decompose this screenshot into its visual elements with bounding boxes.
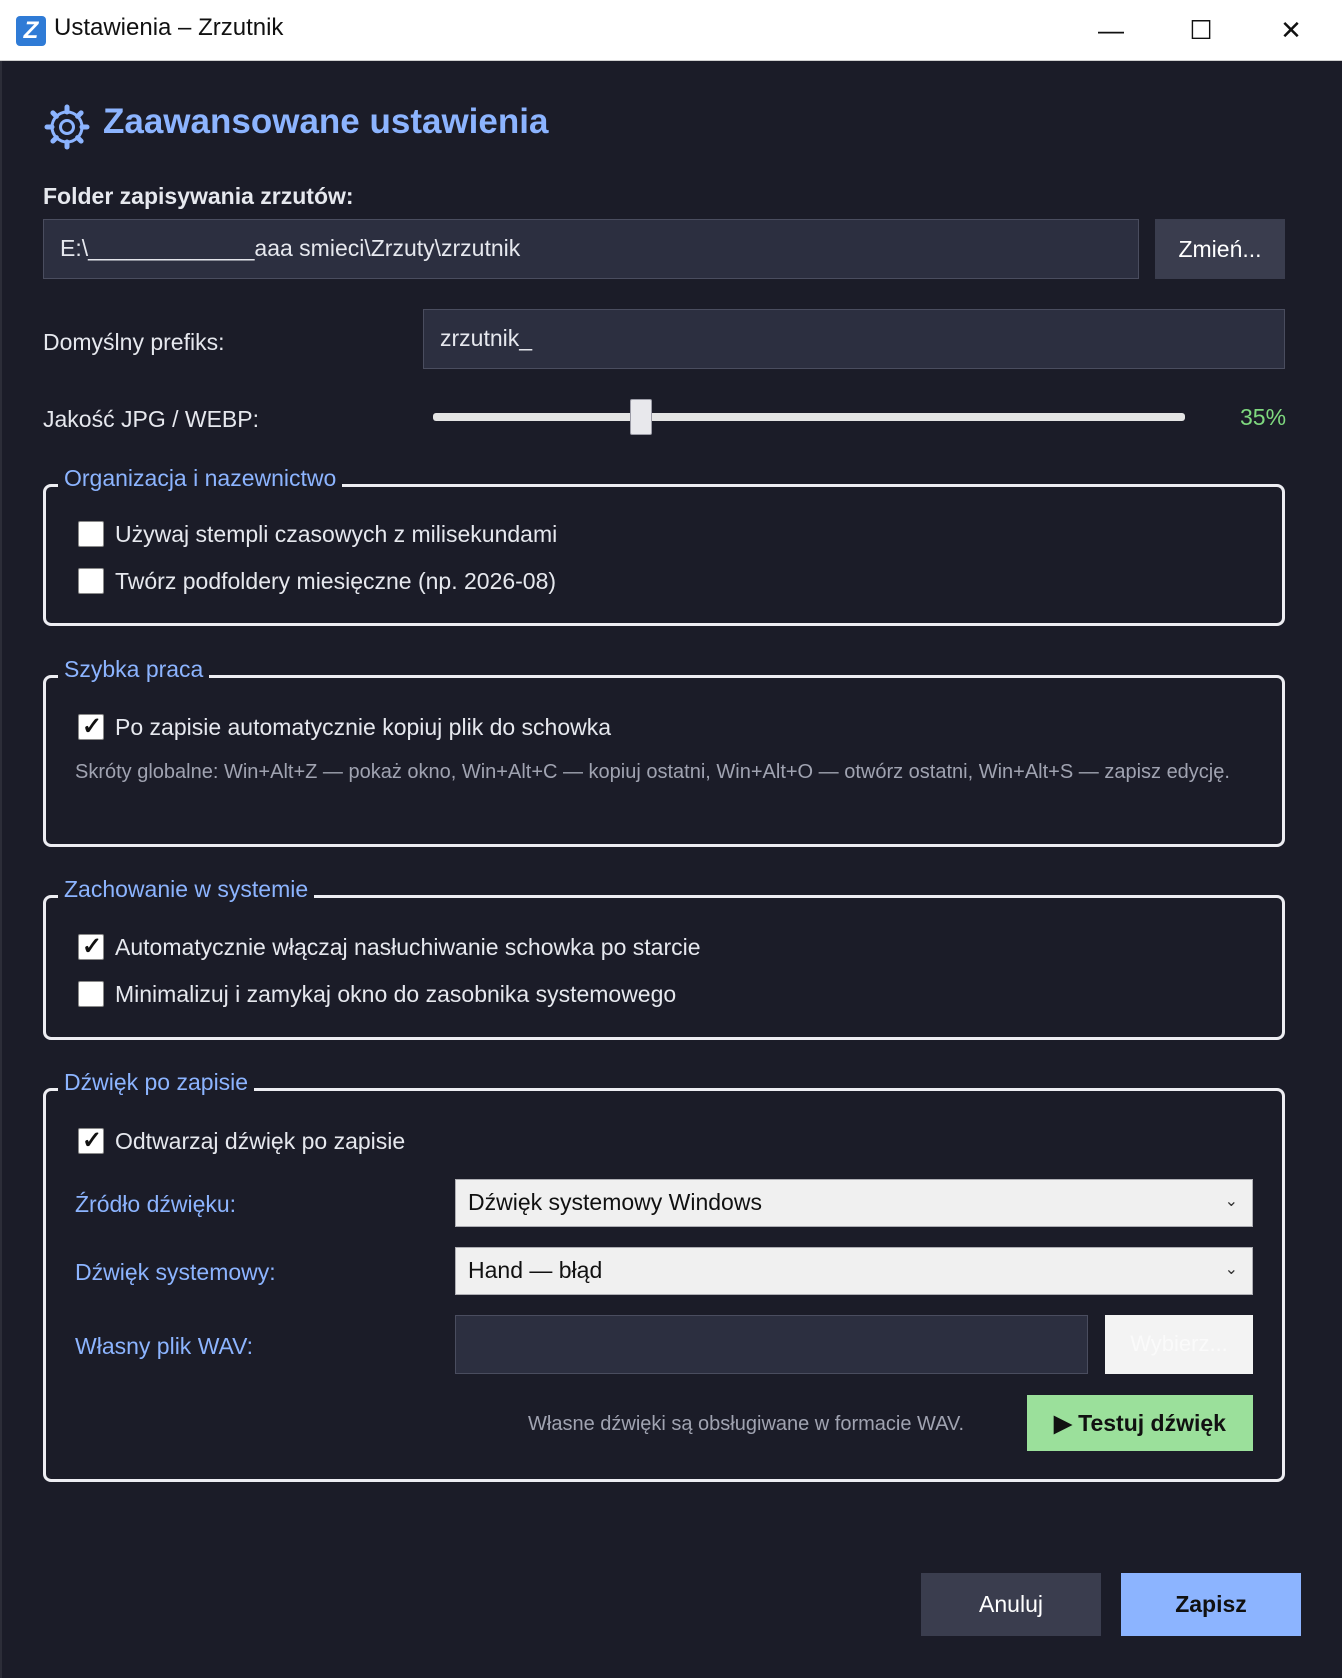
system-sound-select[interactable]: Hand — błąd ⌄ xyxy=(455,1247,1253,1295)
quick-work-group-title: Szybka praca xyxy=(58,656,210,683)
title-bar: Z Ustawienia – Zrzutnik — ☐ ✕ xyxy=(0,0,1342,61)
minimize-button[interactable]: — xyxy=(1066,0,1156,60)
change-folder-button[interactable]: Zmień... xyxy=(1155,219,1285,279)
play-sound-checkbox[interactable]: ✓ xyxy=(78,1127,104,1154)
quality-value: 35% xyxy=(1240,404,1287,430)
check-icon: ✓ xyxy=(82,1127,103,1154)
chevron-down-icon: ⌄ xyxy=(1224,1193,1238,1210)
save-button[interactable]: Zapisz xyxy=(1121,1573,1301,1636)
organization-group: Organizacja i nazewnictwo xyxy=(43,465,1285,626)
auto-copy-label: Po zapisie automatycznie kopiuj plik do … xyxy=(115,714,612,740)
custom-wav-label: Własny plik WAV: xyxy=(75,1333,254,1359)
gear-icon xyxy=(44,104,90,150)
minimize-to-tray-label: Minimalizuj i zamykaj okno do zasobnika … xyxy=(115,981,677,1007)
system-sound-value: Hand — błąd xyxy=(468,1257,603,1283)
window-title: Ustawienia – Zrzutnik xyxy=(54,14,284,41)
prefix-input[interactable]: zrzutnik_ xyxy=(423,309,1285,369)
monthly-subfolders-checkbox[interactable] xyxy=(78,568,104,594)
quality-slider-track[interactable] xyxy=(433,413,1185,421)
prefix-label: Domyślny prefiks: xyxy=(43,329,225,355)
ms-timestamps-label: Używaj stempli czasowych z milisekundami xyxy=(115,521,558,547)
folder-path-input[interactable]: E:\_____________aaa smieci\Zrzuty\zrzutn… xyxy=(43,219,1139,279)
sound-source-label: Źródło dźwięku: xyxy=(75,1191,237,1217)
shortcuts-hint: Skróty globalne: Win+Alt+Z — pokaż okno,… xyxy=(75,761,1230,783)
auto-clipboard-listen-checkbox[interactable]: ✓ xyxy=(78,933,104,960)
sound-source-value: Dźwięk systemowy Windows xyxy=(468,1189,762,1215)
play-sound-label: Odtwarzaj dźwięk po zapisie xyxy=(115,1128,406,1154)
quality-slider-handle[interactable] xyxy=(630,399,652,435)
organization-group-title: Organizacja i nazewnictwo xyxy=(58,465,343,492)
test-sound-button[interactable]: ▶ Testuj dźwięk xyxy=(1027,1395,1253,1451)
check-icon: ✓ xyxy=(82,713,103,740)
monthly-subfolders-label: Twórz podfoldery miesięczne (np. 2026-08… xyxy=(115,568,557,594)
wav-format-hint: Własne dźwięki są obsługiwane w formacie… xyxy=(528,1413,965,1435)
minimize-to-tray-checkbox[interactable] xyxy=(78,981,104,1007)
auto-copy-checkbox[interactable]: ✓ xyxy=(78,713,104,740)
choose-wav-button[interactable]: Wybierz... xyxy=(1105,1315,1253,1374)
folder-label: Folder zapisywania zrzutów: xyxy=(43,183,354,209)
quality-label: Jakość JPG / WEBP: xyxy=(43,406,259,432)
chevron-down-icon: ⌄ xyxy=(1224,1261,1238,1278)
sound-source-select[interactable]: Dźwięk systemowy Windows ⌄ xyxy=(455,1179,1253,1227)
app-icon: Z xyxy=(16,16,46,46)
maximize-button[interactable]: ☐ xyxy=(1156,0,1246,60)
sound-group-title: Dźwięk po zapisie xyxy=(58,1069,255,1096)
check-icon: ✓ xyxy=(82,933,103,960)
system-behavior-group-title: Zachowanie w systemie xyxy=(58,876,315,903)
auto-clipboard-listen-label: Automatycznie włączaj nasłuchiwanie scho… xyxy=(115,934,701,960)
ms-timestamps-checkbox[interactable] xyxy=(78,521,104,547)
system-behavior-group: Zachowanie w systemie xyxy=(43,876,1285,1040)
close-button[interactable]: ✕ xyxy=(1246,0,1336,60)
custom-wav-input[interactable] xyxy=(455,1315,1088,1374)
system-sound-label: Dźwięk systemowy: xyxy=(75,1259,276,1285)
cancel-button[interactable]: Anuluj xyxy=(921,1573,1101,1636)
page-title: Zaawansowane ustawienia xyxy=(103,102,549,141)
